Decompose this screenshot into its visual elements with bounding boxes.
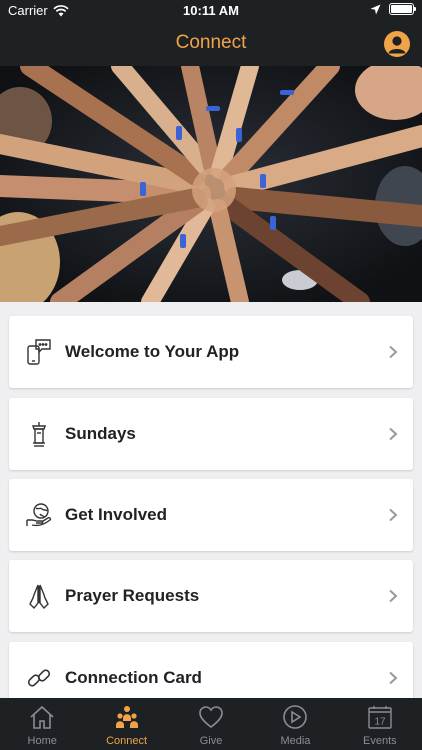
status-right: [370, 3, 416, 15]
play-icon: [283, 705, 308, 729]
list-item-sundays[interactable]: Sundays: [9, 398, 413, 470]
list-item-prayer-requests[interactable]: Prayer Requests: [9, 560, 413, 632]
list-item-label: Prayer Requests: [65, 586, 200, 605]
tab-home[interactable]: Home: [0, 698, 84, 750]
tab-give[interactable]: Give: [169, 698, 253, 750]
chevron-right-icon: [389, 345, 398, 359]
link-icon: [25, 664, 53, 692]
tab-label: Give: [199, 735, 223, 747]
tab-bar: Home Connect Give Media 17 Events: [0, 698, 422, 750]
list-item-get-involved[interactable]: Get Involved: [9, 479, 413, 551]
pulpit-icon: [25, 420, 53, 448]
list-item-label: Welcome to Your App: [65, 342, 240, 361]
list-item-welcome[interactable]: Welcome to Your App: [9, 316, 413, 388]
tab-connect[interactable]: Connect: [84, 698, 168, 750]
heart-icon: [199, 706, 223, 729]
clock: 10:11 AM: [183, 3, 239, 18]
home-icon: [30, 705, 54, 729]
tab-events[interactable]: 17 Events: [338, 698, 422, 750]
tab-label: Home: [27, 735, 57, 747]
tab-media[interactable]: Media: [253, 698, 337, 750]
phone-chat-icon: [25, 338, 53, 366]
list-item-label: Connection Card: [65, 668, 202, 687]
hero-image: [0, 66, 422, 302]
location-arrow-icon: [370, 4, 381, 14]
list-item-connection-card[interactable]: Connection Card: [9, 642, 413, 698]
hands-together-photo: [0, 66, 422, 302]
people-icon: [115, 706, 138, 728]
hand-globe-icon: [25, 501, 53, 529]
praying-hands-icon: [25, 582, 53, 610]
profile-button[interactable]: [384, 31, 410, 57]
chevron-right-icon: [389, 508, 398, 522]
chevron-right-icon: [389, 589, 398, 603]
battery-icon: [389, 3, 416, 15]
page-title: Connect: [175, 32, 247, 53]
menu-list: Welcome to Your App Sundays Get Involved…: [0, 302, 422, 698]
list-item-label: Sundays: [65, 424, 136, 443]
user-avatar-icon: [388, 36, 406, 54]
nav-bar: Connect: [0, 22, 422, 66]
calendar-day: 17: [374, 717, 386, 728]
tab-label: Events: [363, 735, 397, 747]
tab-label: Connect: [106, 735, 148, 747]
chevron-right-icon: [389, 427, 398, 441]
status-bar: Carrier 10:11 AM: [0, 0, 422, 22]
calendar-icon: 17: [368, 706, 392, 729]
list-item-label: Get Involved: [65, 505, 168, 524]
chevron-right-icon: [389, 671, 398, 685]
tab-label: Media: [280, 735, 311, 747]
